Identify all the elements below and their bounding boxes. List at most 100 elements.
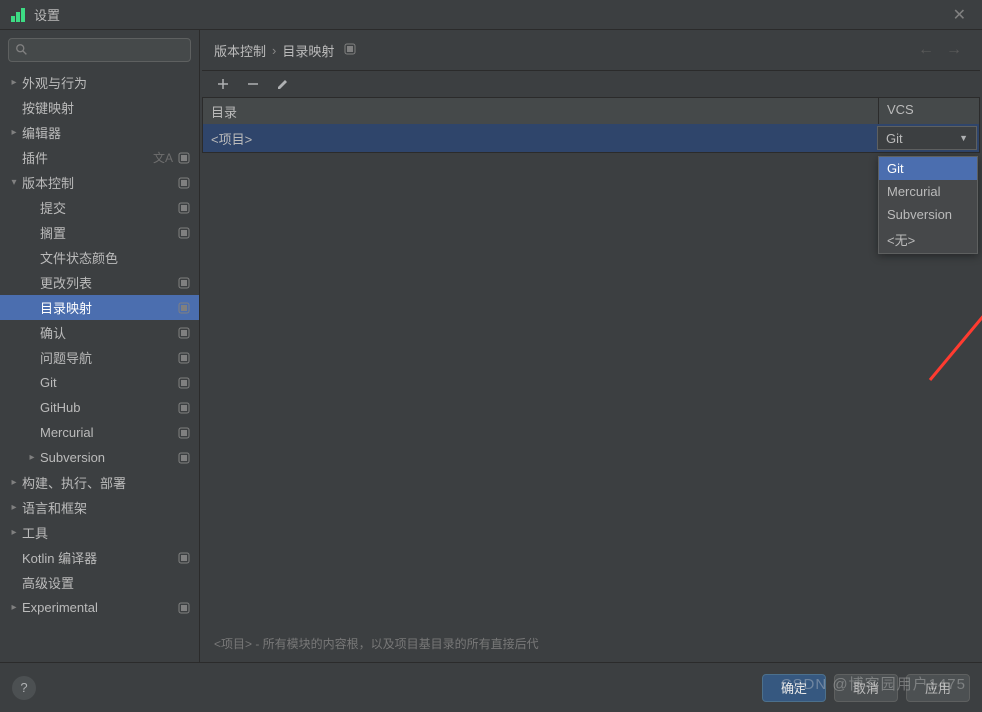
sidebar-item-16[interactable]: ▸构建、执行、部署	[0, 470, 199, 495]
titlebar: 设置 ✕	[0, 0, 982, 30]
sidebar-item-12[interactable]: ▸Git	[0, 370, 199, 395]
sidebar-item-10[interactable]: ▸确认	[0, 320, 199, 345]
sidebar-item-label: 文件状态颜色	[40, 248, 191, 267]
sidebar-item-4[interactable]: ▾版本控制	[0, 170, 199, 195]
sidebar-item-label: Kotlin 编译器	[22, 548, 177, 567]
sidebar-item-14[interactable]: ▸Mercurial	[0, 420, 199, 445]
project-badge-icon	[177, 226, 191, 240]
sidebar-item-label: 确认	[40, 323, 177, 342]
project-badge-icon	[177, 551, 191, 565]
sidebar-item-label: 目录映射	[40, 298, 177, 317]
add-button[interactable]	[212, 73, 234, 95]
apply-button[interactable]: 应用	[906, 674, 970, 702]
sidebar-item-3[interactable]: ▸插件文A	[0, 145, 199, 170]
hint-text: <项目> - 所有模块的内容根，以及项目基目录的所有直接后代	[214, 635, 539, 652]
project-badge-icon	[177, 151, 191, 165]
sidebar-item-label: 提交	[40, 198, 177, 217]
cell-vcs-select[interactable]: Git ▼	[877, 126, 977, 150]
sidebar-item-label: 插件	[22, 148, 153, 167]
dropdown-option-none[interactable]: <无>	[879, 226, 977, 253]
settings-tree: ▸外观与行为▸按键映射▸编辑器▸插件文A▾版本控制▸提交▸搁置▸文件状态颜色▸更…	[0, 70, 199, 662]
vcs-selected-value: Git	[886, 131, 903, 146]
breadcrumb-part[interactable]: 版本控制	[214, 41, 266, 60]
dialog-footer: ? 确定 取消 应用	[0, 662, 982, 712]
project-badge-icon	[177, 601, 191, 615]
sidebar-item-1[interactable]: ▸按键映射	[0, 95, 199, 120]
sidebar-item-label: 版本控制	[22, 173, 177, 192]
breadcrumb: 版本控制 › 目录映射 ← →	[200, 30, 982, 70]
chevron-right-icon: ▸	[6, 602, 22, 613]
sidebar-item-17[interactable]: ▸语言和框架	[0, 495, 199, 520]
sidebar-item-label: GitHub	[40, 400, 177, 415]
project-badge-icon	[177, 201, 191, 215]
sidebar-item-8[interactable]: ▸更改列表	[0, 270, 199, 295]
sidebar-item-label: 编辑器	[22, 123, 191, 142]
ok-button[interactable]: 确定	[762, 674, 826, 702]
sidebar-item-15[interactable]: ▸Subversion	[0, 445, 199, 470]
sidebar-item-label: 高级设置	[22, 573, 191, 592]
sidebar-item-label: 更改列表	[40, 273, 177, 292]
help-button[interactable]: ?	[12, 676, 36, 700]
sidebar-item-13[interactable]: ▸GitHub	[0, 395, 199, 420]
sidebar-item-21[interactable]: ▸Experimental	[0, 595, 199, 620]
cancel-button[interactable]: 取消	[834, 674, 898, 702]
sidebar-item-11[interactable]: ▸问题导航	[0, 345, 199, 370]
sidebar-item-18[interactable]: ▸工具	[0, 520, 199, 545]
sidebar-item-label: 外观与行为	[22, 73, 191, 92]
project-badge-icon	[177, 401, 191, 415]
sidebar-item-label: 搁置	[40, 223, 177, 242]
col-header-directory[interactable]: 目录	[203, 98, 879, 124]
breadcrumb-part: 目录映射	[282, 41, 334, 60]
app-logo-icon	[10, 7, 26, 23]
search-input[interactable]	[8, 38, 191, 62]
project-badge-icon	[177, 301, 191, 315]
sidebar-item-9[interactable]: ▸目录映射	[0, 295, 199, 320]
sidebar-item-label: Experimental	[22, 600, 177, 615]
dropdown-option-mercurial[interactable]: Mercurial	[879, 180, 977, 203]
sidebar-item-label: 构建、执行、部署	[22, 473, 191, 492]
chevron-right-icon: ▸	[24, 452, 40, 463]
close-icon[interactable]: ✕	[947, 3, 972, 27]
chevron-right-icon: ▸	[6, 127, 22, 138]
chevron-down-icon: ▼	[959, 133, 968, 143]
sidebar-item-6[interactable]: ▸搁置	[0, 220, 199, 245]
vcs-dropdown: Git Mercurial Subversion <无>	[878, 156, 978, 254]
language-icon: 文A	[153, 149, 173, 166]
col-header-vcs[interactable]: VCS	[879, 98, 979, 124]
remove-button[interactable]	[242, 73, 264, 95]
nav-back-icon[interactable]: ←	[912, 39, 940, 61]
sidebar-item-20[interactable]: ▸高级设置	[0, 570, 199, 595]
sidebar-item-label: Subversion	[40, 450, 177, 465]
sidebar-item-label: Git	[40, 375, 177, 390]
nav-forward-icon[interactable]: →	[940, 39, 968, 61]
cell-directory: <项目>	[203, 129, 875, 148]
chevron-right-icon: ▸	[6, 477, 22, 488]
edit-button[interactable]	[272, 73, 294, 95]
sidebar-item-19[interactable]: ▸Kotlin 编译器	[0, 545, 199, 570]
project-badge-icon	[177, 451, 191, 465]
window-title: 设置	[34, 5, 947, 24]
sidebar-item-label: 语言和框架	[22, 498, 191, 517]
sidebar-item-7[interactable]: ▸文件状态颜色	[0, 245, 199, 270]
sidebar-item-0[interactable]: ▸外观与行为	[0, 70, 199, 95]
project-badge-icon	[177, 276, 191, 290]
sidebar-item-label: 问题导航	[40, 348, 177, 367]
project-badge-icon	[177, 176, 191, 190]
dropdown-option-subversion[interactable]: Subversion	[879, 203, 977, 226]
table-row[interactable]: <项目> Git ▼	[203, 124, 979, 152]
main-panel: 版本控制 › 目录映射 ← → 目录 VCS <项目> Git	[200, 30, 982, 662]
project-badge-icon	[344, 43, 356, 58]
project-badge-icon	[177, 376, 191, 390]
toolbar	[202, 70, 980, 98]
table-header: 目录 VCS	[203, 98, 979, 124]
dropdown-option-git[interactable]: Git	[879, 157, 977, 180]
sidebar-item-5[interactable]: ▸提交	[0, 195, 199, 220]
chevron-down-icon: ▾	[6, 177, 22, 188]
chevron-right-icon: ▸	[6, 77, 22, 88]
project-badge-icon	[177, 326, 191, 340]
project-badge-icon	[177, 351, 191, 365]
search-icon	[15, 43, 29, 57]
sidebar-item-2[interactable]: ▸编辑器	[0, 120, 199, 145]
sidebar-item-label: 按键映射	[22, 98, 191, 117]
breadcrumb-separator: ›	[272, 43, 276, 58]
